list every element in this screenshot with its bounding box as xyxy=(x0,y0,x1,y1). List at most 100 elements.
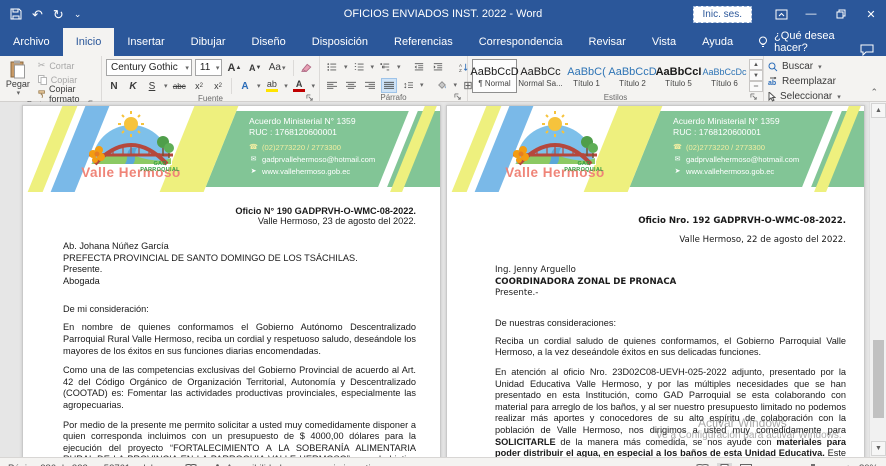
vertical-scrollbar[interactable]: ▲ ▼ xyxy=(869,102,886,457)
clear-formatting-button[interactable] xyxy=(298,60,315,75)
phone-icon: ☎ xyxy=(673,143,682,153)
styles-scroll-up-icon[interactable]: ▲ xyxy=(749,59,763,70)
superscript-button[interactable]: x2 xyxy=(210,79,226,94)
tab-disposicion[interactable]: Disposición xyxy=(299,28,381,56)
scrollbar-thumb[interactable] xyxy=(873,340,884,418)
font-size-combobox[interactable]: 11▾ xyxy=(195,59,222,76)
text-effects-dropdown-icon[interactable]: ▾ xyxy=(257,82,261,90)
numbering-dropdown-icon[interactable]: ▾ xyxy=(371,63,375,71)
svg-text:ab: ab xyxy=(768,80,776,87)
tab-dibujar[interactable]: Dibujar xyxy=(178,28,239,56)
paragraph-dialog-launcher-icon[interactable] xyxy=(454,93,462,101)
strikethrough-button[interactable]: abc xyxy=(171,79,189,94)
style-titulo-2[interactable]: AaBbCcDTítulo 2 xyxy=(610,59,655,93)
styles-scroll-down-icon[interactable]: ▼ xyxy=(749,70,763,81)
align-center-button[interactable] xyxy=(343,78,359,93)
letterhead-contact: Acuerdo Ministerial N° 1359 RUC : 176812… xyxy=(673,116,799,177)
font-dialog-launcher-icon[interactable] xyxy=(306,94,314,102)
subscript-button[interactable]: x2 xyxy=(191,79,207,94)
undo-icon[interactable]: ↶ xyxy=(32,8,43,21)
shading-dropdown-icon[interactable]: ▾ xyxy=(454,81,458,89)
lightbulb-icon xyxy=(758,36,768,48)
recipient-block: Ing. Jenny Arguello COORDINADORA ZONAL D… xyxy=(495,265,846,300)
justify-button[interactable] xyxy=(381,78,397,93)
tab-vista[interactable]: Vista xyxy=(639,28,689,56)
tab-insertar[interactable]: Insertar xyxy=(114,28,177,56)
increase-indent-button[interactable] xyxy=(430,60,446,75)
paragraph: Por medio de la presente me permito soli… xyxy=(63,420,416,457)
align-left-button[interactable] xyxy=(324,78,340,93)
save-icon[interactable] xyxy=(10,8,22,20)
style-normal-sa[interactable]: AaBbCcNormal Sa... xyxy=(518,59,563,93)
multilevel-dropdown-icon[interactable]: ▾ xyxy=(397,63,401,71)
bullets-dropdown-icon[interactable]: ▾ xyxy=(344,63,348,71)
svg-text:Z: Z xyxy=(459,68,462,73)
tab-diseno[interactable]: Diseño xyxy=(239,28,299,56)
styles-more-icon[interactable]: ═ xyxy=(749,81,763,92)
feedback-comment-icon[interactable] xyxy=(860,44,874,56)
replace-button[interactable]: abReemplazar xyxy=(768,75,852,88)
underline-button[interactable]: S xyxy=(144,79,160,94)
change-case-button[interactable]: Aa▾ xyxy=(267,60,288,75)
style-normal[interactable]: AaBbCcD¶ Normal xyxy=(472,59,517,93)
italic-button[interactable]: K xyxy=(125,79,141,94)
font-name-combobox[interactable]: Century Gothic▾ xyxy=(106,59,192,76)
sign-in-button[interactable]: Inic. ses. xyxy=(693,6,752,23)
styles-dialog-launcher-icon[interactable] xyxy=(750,93,758,101)
tab-ayuda[interactable]: Ayuda xyxy=(689,28,746,56)
group-parrafo: ▾ ▾ ▾ AZ ¶ ↕▾ ▾ xyxy=(320,56,468,101)
font-color-dropdown-icon[interactable]: ▾ xyxy=(312,82,316,90)
numbering-button[interactable] xyxy=(351,60,367,75)
redo-icon[interactable]: ↻ xyxy=(53,8,64,21)
line-spacing-dropdown-icon[interactable]: ▾ xyxy=(420,81,424,89)
multilevel-list-button[interactable] xyxy=(377,60,393,75)
ribbon-display-options-icon[interactable] xyxy=(766,0,796,28)
print-layout-icon[interactable] xyxy=(717,463,732,466)
close-button[interactable]: ✕ xyxy=(856,0,886,28)
tab-inicio[interactable]: Inicio xyxy=(63,28,115,56)
find-button[interactable]: Buscar▾ xyxy=(768,60,852,73)
decrease-indent-button[interactable] xyxy=(411,60,427,75)
format-painter-button[interactable]: Copiar formato xyxy=(38,87,97,100)
oficio-date: Valle Hermoso, 22 de agosto del 2022. xyxy=(495,235,846,245)
oficio-number: Oficio N° 190 GADPRVH-O-WMC-08-2022. xyxy=(63,206,416,216)
align-right-button[interactable] xyxy=(362,78,378,93)
grow-font-button[interactable]: A▲ xyxy=(225,60,243,75)
status-bar: Página 286 de 332 53761 palabras Accesib… xyxy=(0,457,886,466)
minimize-button[interactable]: — xyxy=(796,0,826,28)
paste-dropdown-icon[interactable]: ▾ xyxy=(17,89,21,97)
highlight-dropdown-icon[interactable]: ▾ xyxy=(284,82,288,90)
paste-button[interactable]: Pegar ▾ xyxy=(4,59,32,100)
tell-me-box[interactable]: ¿Qué desea hacer? xyxy=(746,28,860,56)
bold-button[interactable]: N xyxy=(106,79,122,94)
style-titulo-5[interactable]: AaBbCcITítulo 5 xyxy=(656,59,701,93)
scroll-down-icon[interactable]: ▼ xyxy=(871,441,886,456)
scroll-up-icon[interactable]: ▲ xyxy=(871,103,886,118)
style-titulo-6[interactable]: AaBbCcDcTítulo 6 xyxy=(702,59,747,93)
restore-button[interactable] xyxy=(826,0,856,28)
page-right[interactable]: Valle Hermoso GAD PARROQUIAL Acuerdo Min… xyxy=(446,105,865,457)
style-titulo-1[interactable]: AaBbC(Título 1 xyxy=(564,59,609,93)
line-spacing-button[interactable]: ↕ xyxy=(400,78,416,93)
shading-button[interactable] xyxy=(434,78,450,93)
phone-icon: ☎ xyxy=(249,143,258,153)
letterhead: Valle Hermoso GAD PARROQUIAL Acuerdo Min… xyxy=(23,106,440,192)
text-effects-button[interactable]: A xyxy=(237,79,253,94)
letter-body-left[interactable]: Oficio N° 190 GADPRVH-O-WMC-08-2022. Val… xyxy=(23,192,440,457)
bullets-button[interactable] xyxy=(324,60,340,75)
letter-body-right[interactable]: Oficio Nro. 192 GADPRVH-O-WMC-08-2022. V… xyxy=(447,192,864,457)
collapse-ribbon-icon[interactable]: ⌃ xyxy=(870,87,878,98)
font-color-button[interactable]: A xyxy=(291,79,308,94)
highlight-color-button[interactable]: ab xyxy=(263,79,280,94)
page-left[interactable]: Valle Hermoso GAD PARROQUIAL Acuerdo Min… xyxy=(22,105,441,457)
tab-correspondencia[interactable]: Correspondencia xyxy=(466,28,576,56)
document-canvas[interactable]: Valle Hermoso GAD PARROQUIAL Acuerdo Min… xyxy=(0,102,886,457)
tab-revisar[interactable]: Revisar xyxy=(576,28,639,56)
underline-dropdown-icon[interactable]: ▾ xyxy=(164,82,168,90)
tab-referencias[interactable]: Referencias xyxy=(381,28,466,56)
tab-archivo[interactable]: Archivo xyxy=(0,28,63,56)
customize-qat-icon[interactable]: ⌄ xyxy=(74,10,82,19)
group-fuente: Century Gothic▾ 11▾ A▲ A▼ Aa▾ N K S ▾ abc… xyxy=(102,56,320,101)
shrink-font-button[interactable]: A▼ xyxy=(247,60,264,75)
cut-button[interactable]: ✂Cortar xyxy=(38,59,97,72)
